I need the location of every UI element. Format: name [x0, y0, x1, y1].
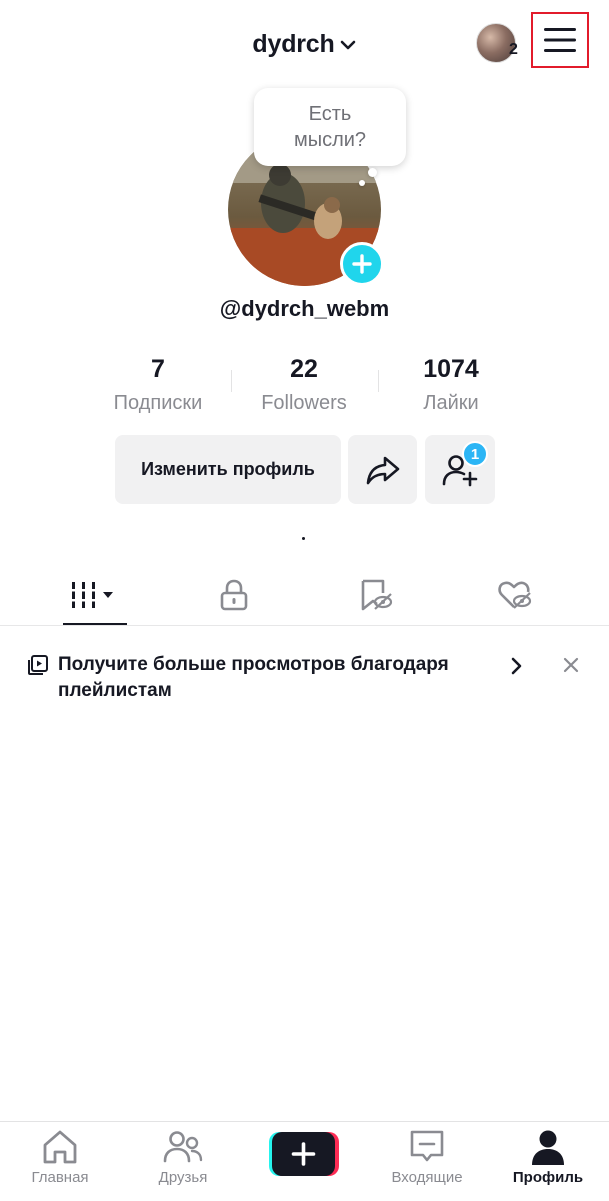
profile-icon [532, 1130, 564, 1165]
nav-home[interactable]: Главная [5, 1128, 115, 1186]
tab-reposts-hidden[interactable] [336, 570, 416, 620]
hidden-heart-icon [498, 581, 532, 609]
thought-bubble-text: Есть мысли? [293, 103, 367, 151]
nav-friends[interactable]: Друзья [128, 1128, 238, 1186]
bubble-tail-dot [368, 168, 377, 177]
tab-private[interactable] [194, 570, 274, 620]
username-title: dydrch [252, 29, 335, 58]
thought-bubble[interactable]: Есть мысли? [254, 88, 406, 166]
share-arrow-icon [366, 456, 399, 484]
account-count: 2 [509, 41, 518, 58]
nav-label: Друзья [158, 1169, 208, 1186]
stat-divider [231, 370, 232, 392]
nav-inbox[interactable]: Входящие [372, 1128, 482, 1186]
add-story-button[interactable] [340, 242, 384, 286]
stat-value: 7 [151, 355, 165, 383]
stat-following[interactable]: 7 Подписки [88, 354, 228, 415]
nav-profile[interactable]: Профиль [493, 1128, 603, 1186]
grid-dropdown-icon [71, 582, 113, 608]
create-button[interactable] [268, 1131, 340, 1177]
hamburger-menu-icon [544, 28, 576, 52]
stat-followers[interactable]: 22 Followers [234, 354, 374, 415]
stat-label: Подписки [113, 392, 203, 414]
share-profile-button[interactable] [348, 435, 417, 504]
menu-button[interactable] [531, 12, 589, 68]
profile-handle: @dydrch_webm [219, 296, 390, 321]
playlist-banner-text[interactable]: Получите больше просмотров благодаря пле… [58, 652, 478, 704]
chevron-right-icon[interactable] [506, 656, 526, 676]
lock-icon [220, 579, 248, 611]
friends-icon [163, 1131, 203, 1163]
home-icon [43, 1130, 77, 1164]
inbox-icon [410, 1130, 444, 1162]
create-icon [269, 1132, 339, 1176]
bubble-tail-dot [359, 180, 365, 186]
stat-divider [378, 370, 379, 392]
hidden-bookmark-icon [361, 579, 393, 611]
friend-request-badge: 1 [462, 441, 488, 467]
dot [302, 537, 305, 540]
stat-label: Лайки [423, 392, 479, 414]
tab-liked-hidden[interactable] [475, 570, 555, 620]
plus-icon [352, 254, 372, 274]
tabs-divider [0, 625, 609, 626]
stat-value: 22 [290, 355, 318, 383]
stat-likes[interactable]: 1074 Лайки [381, 354, 521, 415]
nav-label: Профиль [512, 1169, 584, 1186]
tab-videos[interactable] [55, 570, 135, 620]
close-icon[interactable] [562, 656, 580, 674]
nav-label: Главная [31, 1169, 89, 1186]
chevron-down-icon [340, 40, 355, 50]
playlist-icon [28, 655, 48, 675]
stat-value: 1074 [423, 355, 479, 383]
stat-label: Followers [261, 392, 347, 414]
nav-label: Входящие [391, 1169, 463, 1186]
edit-profile-button[interactable]: Изменить профиль [115, 435, 341, 504]
